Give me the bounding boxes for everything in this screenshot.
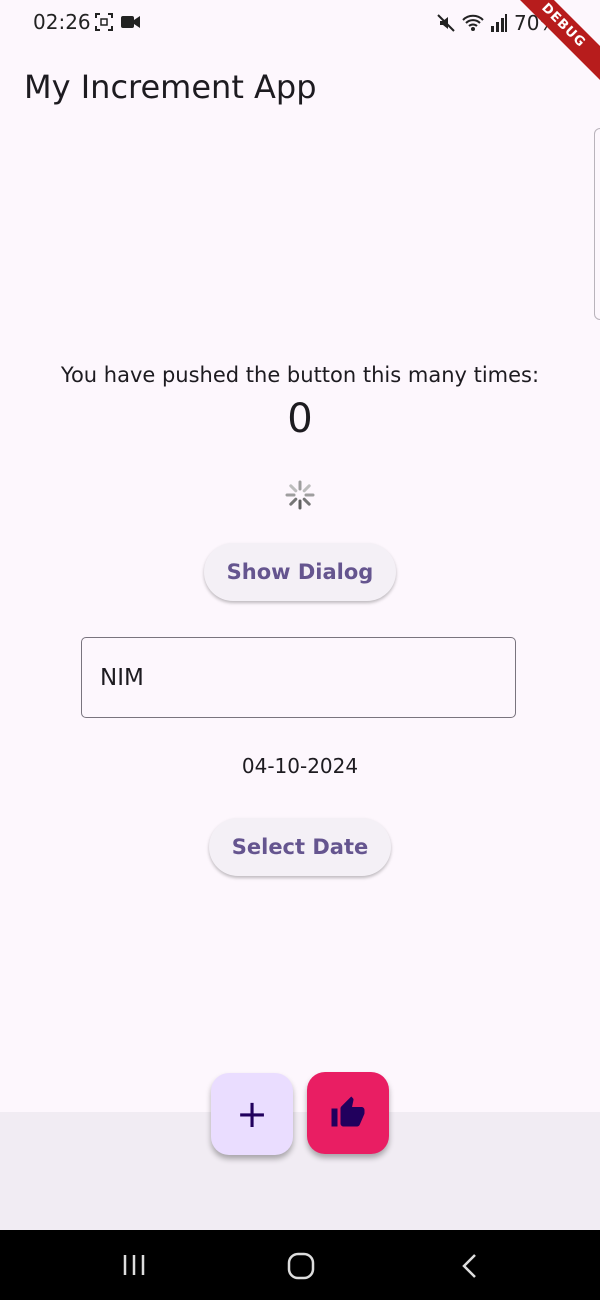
bottom-bar xyxy=(0,1112,600,1230)
select-date-button[interactable]: Select Date xyxy=(209,818,391,876)
recent-apps-icon[interactable] xyxy=(121,1252,147,1278)
system-navigation-bar xyxy=(0,1230,600,1300)
signal-icon xyxy=(491,14,507,32)
show-dialog-button[interactable]: Show Dialog xyxy=(204,543,396,601)
wifi-icon xyxy=(462,14,484,31)
app-title: My Increment App xyxy=(24,68,317,106)
plus-icon: + xyxy=(236,1092,268,1136)
status-bar: 02:26 70% xyxy=(0,0,600,48)
back-icon[interactable] xyxy=(459,1252,481,1280)
status-time: 02:26 xyxy=(33,10,91,34)
pushed-count-label: You have pushed the button this many tim… xyxy=(60,363,540,387)
home-icon[interactable] xyxy=(287,1252,315,1280)
like-fab[interactable] xyxy=(307,1072,389,1154)
side-edge-handle[interactable] xyxy=(594,128,600,320)
loading-spinner-icon xyxy=(285,480,315,510)
increment-fab[interactable]: + xyxy=(211,1073,293,1155)
nim-field[interactable] xyxy=(81,637,516,718)
counter-value: 0 xyxy=(287,396,313,442)
nim-input[interactable] xyxy=(82,638,515,717)
video-record-icon xyxy=(121,16,140,28)
selected-date: 04-10-2024 xyxy=(241,754,359,778)
mute-icon xyxy=(437,14,455,32)
screenshot-icon xyxy=(95,13,113,31)
thumb-up-icon xyxy=(331,1096,365,1127)
